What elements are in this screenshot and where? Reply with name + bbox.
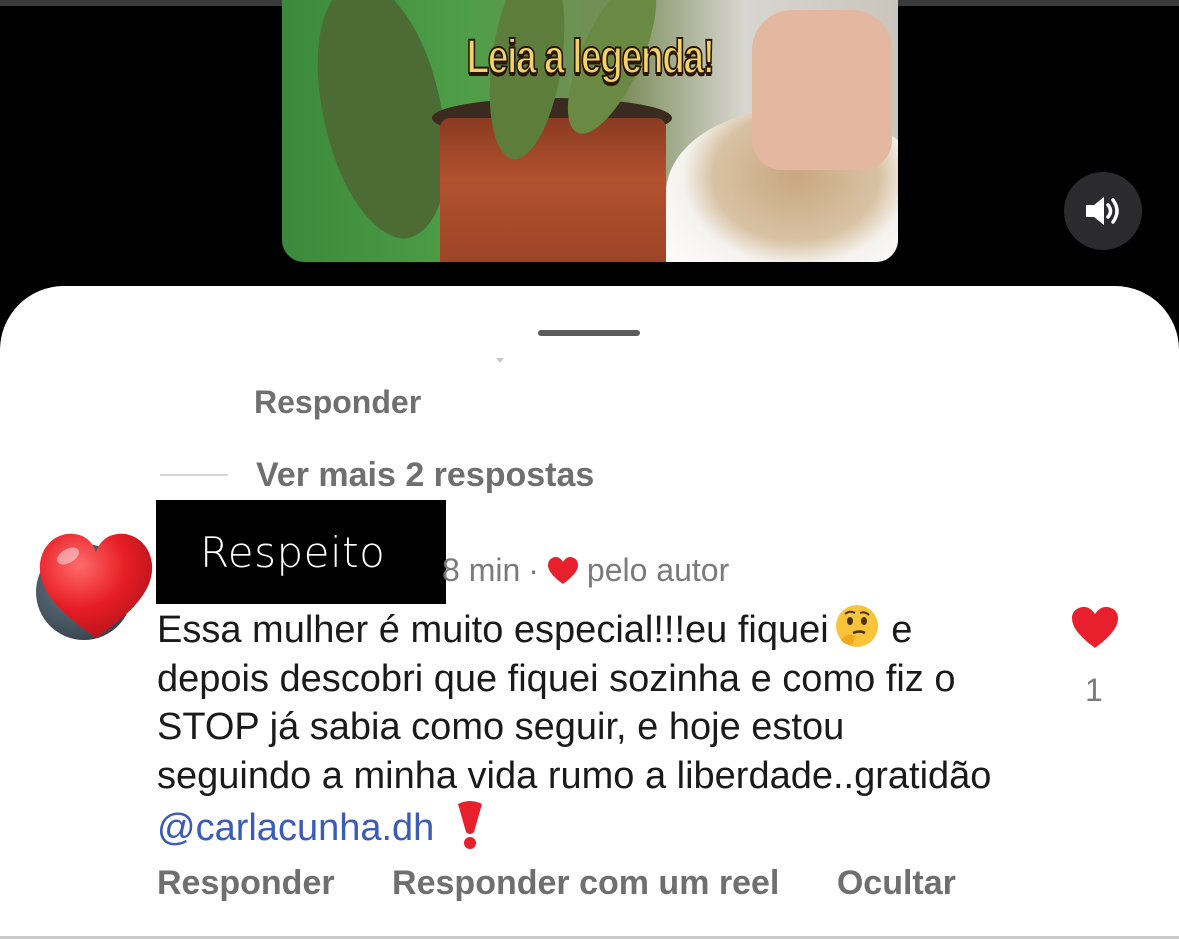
view-more-replies-button[interactable]: Ver mais 2 respostas [256, 456, 594, 495]
thinking-face-icon [835, 605, 878, 647]
divider-line [160, 474, 228, 476]
comment-text: Essa mulher é muito especial!!!eu fiquei… [157, 602, 997, 853]
sound-toggle-button[interactable] [1064, 172, 1142, 250]
username-overlay: Respeito [156, 500, 446, 604]
heart-icon [547, 556, 578, 584]
reply-button[interactable]: Responder [254, 384, 421, 421]
like-count: 1 [1085, 672, 1103, 708]
red-exclamation-icon [458, 801, 483, 849]
reel-video[interactable]: Leia a legenda! [282, 0, 898, 262]
comment-actions: Responder Responder com um reel Ocultar [157, 864, 1004, 903]
meta-separator: · [528, 552, 539, 588]
heart-emoji-icon [39, 533, 153, 638]
sheet-drag-handle[interactable] [538, 330, 640, 336]
reply-with-reel-button[interactable]: Responder com um reel [392, 864, 779, 902]
comment-text-part1: Essa mulher é muito especial!!!eu fiquei [157, 609, 829, 651]
comment-time: 8 min [442, 552, 521, 588]
plant-pot [440, 118, 666, 262]
liked-by-author-label: pelo autor [586, 552, 730, 588]
speaker-on-icon [1086, 197, 1119, 225]
comments-sheet: Responder Ver mais 2 respostas Respeito … [0, 286, 1179, 939]
reply-button[interactable]: Responder [157, 864, 335, 902]
chevron-down-icon [496, 358, 504, 363]
video-caption: Leia a legenda! [466, 30, 716, 85]
mention-link[interactable]: @carlacunha.dh [157, 807, 434, 849]
comment-meta: 8 min · pelo autor [442, 552, 729, 589]
overlay-text: Respeito [200, 527, 386, 577]
like-heart-icon[interactable] [1071, 606, 1119, 650]
hide-button[interactable]: Ocultar [837, 864, 956, 902]
